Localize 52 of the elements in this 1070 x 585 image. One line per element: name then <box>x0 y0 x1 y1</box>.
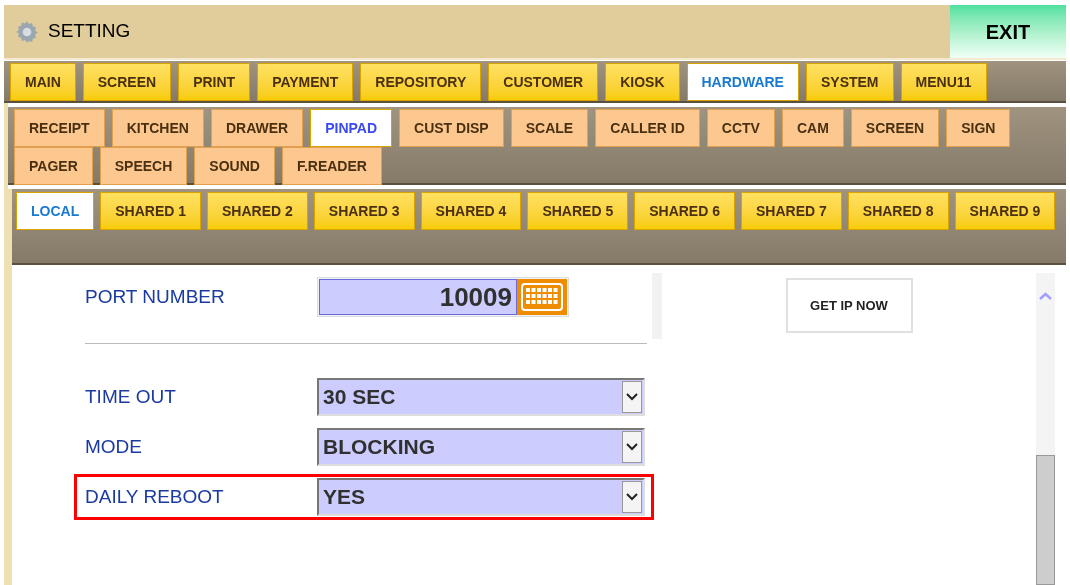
keyboard-button[interactable] <box>517 279 567 315</box>
chevron-down-icon <box>626 443 638 451</box>
dropdown[interactable]: YES <box>317 478 645 516</box>
tab[interactable]: SHARED 3 <box>313 192 415 230</box>
tab[interactable]: KIOSK <box>605 63 680 101</box>
tab[interactable]: SHARED 9 <box>954 192 1056 230</box>
tab[interactable]: CALLER ID <box>595 109 700 147</box>
tab[interactable]: MENU11 <box>900 63 987 101</box>
tab[interactable]: DRAWER <box>210 109 304 147</box>
dropdown[interactable]: BLOCKING <box>317 428 645 466</box>
tab[interactable]: SHARED 2 <box>207 192 308 230</box>
tab[interactable]: RECEIPT <box>14 109 105 147</box>
tab[interactable]: SHARED 6 <box>634 192 735 230</box>
tab[interactable]: CAM <box>781 109 844 147</box>
tab[interactable]: PAYMENT <box>257 63 354 101</box>
tab[interactable]: REPOSITORY <box>360 63 482 101</box>
field-label: TIME OUT <box>85 384 177 409</box>
get-ip-button[interactable]: GET IP NOW <box>785 278 913 333</box>
tab[interactable]: SHARED 4 <box>420 192 522 230</box>
port-number-field[interactable]: 10009 <box>319 279 517 315</box>
tab[interactable]: SOUND <box>194 147 275 185</box>
field-label: MODE <box>85 434 143 459</box>
tab[interactable]: PAGER <box>14 147 93 185</box>
dropdown[interactable]: 30 SEC <box>317 378 645 416</box>
tab[interactable]: LOCAL <box>16 192 95 230</box>
chevron-down-icon <box>626 393 638 401</box>
tab[interactable]: PINPAD <box>310 109 392 147</box>
field-label: DAILY REBOOT <box>85 484 225 509</box>
tab[interactable]: HARDWARE <box>686 63 799 101</box>
tab[interactable]: SHARED 5 <box>527 192 629 230</box>
tab[interactable]: F.READER <box>281 147 382 185</box>
tab[interactable]: SIGN <box>946 109 1011 147</box>
chevron-down-icon <box>626 493 638 501</box>
tab[interactable]: SPEECH <box>99 147 188 185</box>
tab[interactable]: KITCHEN <box>111 109 204 147</box>
tab[interactable]: CCTV <box>706 109 775 147</box>
tab[interactable]: SHARED 7 <box>741 192 842 230</box>
keyboard-icon <box>521 283 563 311</box>
field-label: PORT NUMBER <box>85 284 226 309</box>
tab[interactable]: PRINT <box>178 63 251 101</box>
tab[interactable]: SCREEN <box>850 109 940 147</box>
tab[interactable]: SCALE <box>510 109 589 147</box>
tab[interactable]: SCREEN <box>82 63 172 101</box>
tab[interactable]: MAIN <box>10 63 76 101</box>
tab[interactable]: SHARED 1 <box>100 192 201 230</box>
scroll-thumb[interactable] <box>1036 455 1055 585</box>
window-title: SETTING <box>48 19 131 44</box>
exit-button[interactable]: EXIT <box>950 5 1066 58</box>
tab[interactable]: CUSTOMER <box>488 63 599 101</box>
tab[interactable]: SYSTEM <box>805 63 894 101</box>
tab[interactable]: CUST DISP <box>399 109 504 147</box>
tab[interactable]: SHARED 8 <box>847 192 949 230</box>
